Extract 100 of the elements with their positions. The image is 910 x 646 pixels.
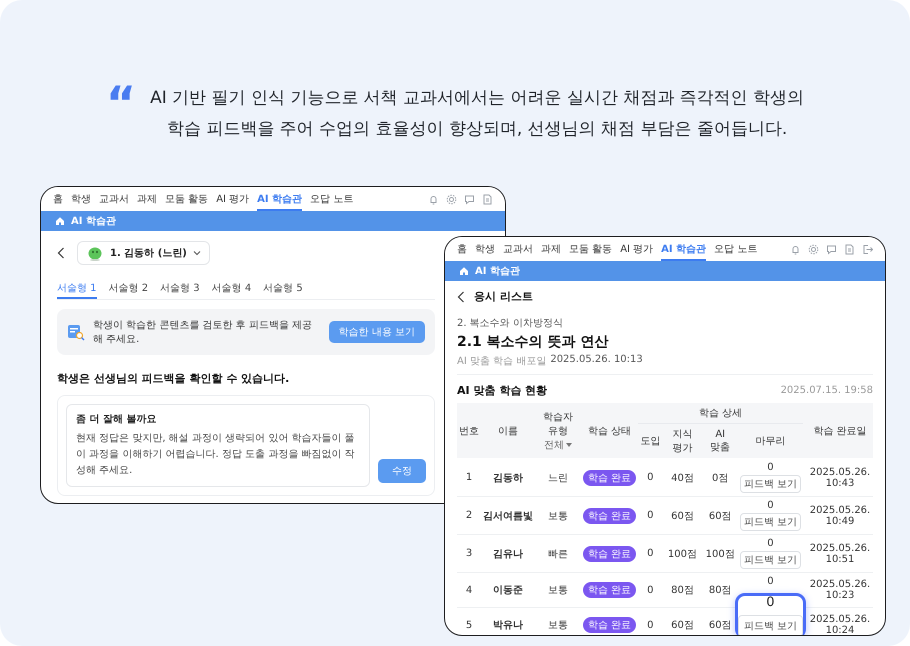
caret-icon [192,250,201,256]
feedback-title: 좀 더 잘해 볼까요 [76,413,158,426]
chat-icon[interactable] [826,244,837,254]
bell-icon[interactable] [428,194,439,204]
feedback-box[interactable]: 좀 더 잘해 볼까요 현재 정답은 맞지만, 해설 과정이 생략되어 있어 학습자들이 풀이 과정을 이해하기 어렵습니다. 정답 도출 과정을 빠짐없이 작성해 주세요. [66,404,370,487]
section-heading: 학생은 선생님의 피드백을 확인할 수 있습니다. [57,371,290,386]
table-cell: 3 [457,534,481,572]
chapter-label: 2. 복소수와 이차방정식 [457,317,564,330]
column-header: 학습자 유형 [542,410,574,438]
nav-item[interactable]: AI 평가 [216,187,250,211]
table-cell: 박유나 [481,608,535,635]
document-icon[interactable] [844,244,855,254]
table-cell: 4 [457,572,481,608]
avatar-icon [86,245,104,261]
settings-icon[interactable] [808,244,819,254]
table-cell: 0 [638,608,662,635]
back-icon[interactable] [457,290,465,302]
table-cell: 0점 [702,458,738,496]
nav-item[interactable]: 오답 노트 [310,187,354,211]
page-title: 응시 리스트 [474,289,533,304]
home-icon[interactable] [459,266,469,276]
nav-item[interactable]: 모둠 활동 [569,237,612,261]
column-header: 마무리 [738,424,803,458]
nav-item[interactable]: 오답 노트 [714,237,758,261]
feedback-button[interactable]: 피드백 보기 [740,513,801,531]
table-cell: 0 [638,496,662,534]
table-cell: 100점 [702,534,738,572]
document-search-icon [67,323,85,341]
distribution-date: 2025.05.26. 10:13 [550,354,643,367]
column-header: 이름 [481,403,535,458]
closing-score: 0 [767,500,774,511]
column-header: 학습 상세 [638,403,803,424]
column-header: 번호 [457,403,481,458]
nav-item[interactable]: AI 학습관 [257,187,302,211]
tab[interactable]: 서술형 1 [57,277,97,299]
nav-item[interactable]: 교과서 [503,237,533,261]
distribution-label: AI 맞춤 학습 배포일 [457,355,546,368]
table-cell: 40점 [662,458,703,496]
nav-item[interactable]: AI 평가 [620,237,654,261]
nav-item[interactable]: 과제 [541,237,561,261]
table-cell: 80점 [662,572,703,608]
type-filter[interactable]: 전체 [544,438,572,452]
table-cell: 0 [638,572,662,608]
nav-item[interactable]: 학생 [71,187,91,211]
student-select[interactable]: 1. 김동하 (느린) [77,241,210,265]
bell-icon[interactable] [790,244,801,254]
table-cell: 김서여름빛 [481,496,535,534]
table-cell: 100점 [662,534,703,572]
feedback-button[interactable]: 피드백 보기 [740,551,801,569]
logout-icon[interactable] [862,244,873,254]
status-badge: 학습 완료 [583,582,636,598]
nav-item[interactable]: 과제 [137,187,157,211]
tab[interactable]: 서술형 4 [212,277,252,299]
closing-score: 0 [767,462,774,473]
home-icon[interactable] [55,216,65,226]
quote-mark: “ [106,80,136,132]
nav-item[interactable]: 교과서 [99,187,129,211]
tab[interactable]: 서술형 2 [108,277,148,299]
column-header: 도입 [638,424,662,458]
status-badge: 학습 완료 [583,470,636,486]
table-cell: 0 [638,458,662,496]
breadcrumb-title: AI 학습관 [71,215,116,228]
column-header: 지식 평가 [662,424,703,458]
status-badge: 학습 완료 [583,546,636,562]
notice-text: 학생이 학습한 콘텐츠를 검토한 후 피드백을 제공해 주세요. [93,319,314,346]
tab[interactable]: 서술형 3 [160,277,200,299]
document-icon[interactable] [482,194,493,204]
table-cell: 60점 [662,496,703,534]
table-cell: 빠른 [535,534,582,572]
closing-score: 0 [767,576,774,587]
nav-item[interactable]: 홈 [457,237,467,261]
tab[interactable]: 서술형 5 [263,277,303,299]
table-cell: 2025.05.26. 10:51 [803,534,873,572]
table-cell: 60점 [702,496,738,534]
back-icon[interactable] [57,247,65,259]
feedback-button[interactable]: 피드백 보기 [740,475,801,493]
nav-item[interactable]: AI 학습관 [661,237,706,261]
lesson-title: 2.1 복소수의 뜻과 연산 [457,333,610,351]
nav-item[interactable]: 홈 [53,187,63,211]
table-cell: 김유나 [481,534,535,572]
chat-icon[interactable] [464,194,475,204]
table-cell: 이동준 [481,572,535,608]
table-cell: 5 [457,608,481,635]
caret-icon [566,442,572,446]
column-header: AI 맞춤 [702,424,738,458]
status-badge: 학습 완료 [583,617,636,633]
nav-item[interactable]: 학생 [475,237,495,261]
closing-score: 0 [767,538,774,549]
column-header: 학습 완료일 [803,403,873,458]
section-title: AI 맞춤 학습 현황 [457,383,548,398]
settings-icon[interactable] [446,194,457,204]
status-badge: 학습 완료 [583,508,636,524]
quote-text: AI 기반 필기 인식 기능으로 서책 교과서에서는 어려운 실시간 채점과 즉각적인 학생의 [150,87,804,109]
feedback-button[interactable]: 피드백 보기 [738,615,803,635]
column-header: 학습 상태 [581,403,638,458]
feedback-text: 현재 정답은 맞지만, 해설 과정이 생략되어 있어 학습자들이 풀이 과정을 이해하기 어렵습니다. 정답 도출 과정을 빠짐없이 작성해 주세요. [76,432,356,478]
table-cell: 보통 [535,572,582,608]
table-cell: 보통 [535,496,582,534]
nav-item[interactable]: 모둠 활동 [165,187,208,211]
table-cell: 2025.05.26. 10:24 [803,608,873,635]
